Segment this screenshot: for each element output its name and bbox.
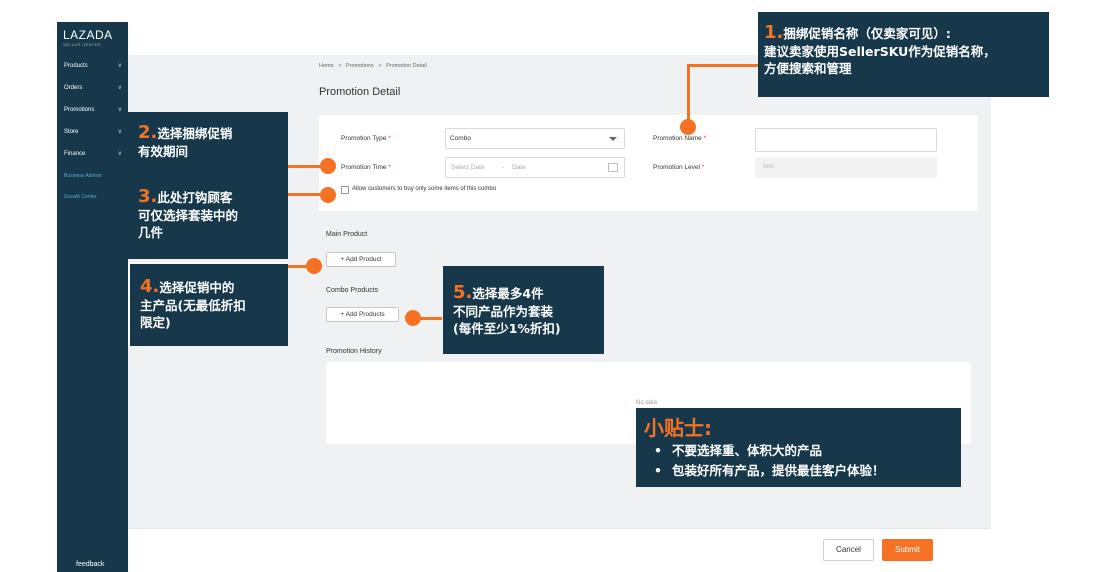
sidebar-item-store[interactable]: Store ∨ xyxy=(57,123,128,141)
tips-title: 小贴士: xyxy=(644,416,712,440)
annotation-number: 1. xyxy=(764,22,784,43)
sidebar-item-orders[interactable]: Orders ∨ xyxy=(57,79,128,97)
chevron-down-icon: ∨ xyxy=(117,63,122,69)
annotation-connector xyxy=(418,317,442,320)
annotation-1: 1.捆绑促销名称（仅卖家可见）: 建议卖家使用SellerSKU作为促销名称， … xyxy=(758,12,1049,97)
sidebar-item-label: Orders xyxy=(64,85,83,91)
breadcrumb-home[interactable]: Home xyxy=(319,63,334,69)
annotation-title: 此处打钩顾客 xyxy=(157,190,233,205)
sidebar-item-finance[interactable]: Finance ∨ xyxy=(57,145,128,163)
breadcrumb: Home > Promotions > Promotion Detail xyxy=(319,63,430,69)
sidebar-item-label: Products xyxy=(64,63,88,69)
annotation-title: 选择捆绑促销 xyxy=(157,126,233,141)
calendar-icon xyxy=(608,163,618,172)
annotation-connector xyxy=(687,64,758,67)
start-date-placeholder: Select Date xyxy=(451,164,485,171)
page-title: Promotion Detail xyxy=(319,86,401,98)
annotation-line: 几件 xyxy=(138,225,164,240)
partial-combo-checkbox[interactable] xyxy=(341,186,349,194)
partial-combo-checkbox-label: Allow customers to buy only some items o… xyxy=(352,186,497,192)
tips-item: • 包装好所有产品，提供最佳客户体验！ xyxy=(644,461,961,481)
annotation-line: 主产品(无最低折扣 xyxy=(140,298,246,313)
annotation-4: 4.选择促销中的 主产品(无最低折扣 限定) xyxy=(128,262,288,346)
annotation-3: 3.此处打钩顾客 可仅选择套装中的 几件 xyxy=(128,182,288,259)
annotation-marker-3 xyxy=(320,187,336,203)
promotion-level-label: Promotion Level * xyxy=(653,164,705,171)
annotation-line: 方便搜索和管理 xyxy=(764,61,852,76)
chevron-down-icon: ∨ xyxy=(117,129,122,135)
sidebar-item-promotions[interactable]: Promotions ∨ xyxy=(57,101,128,119)
combo-products-label: Combo Products xyxy=(326,287,379,294)
chevron-down-icon: ∨ xyxy=(117,85,122,91)
bullet-icon: • xyxy=(654,463,662,478)
bullet-icon: • xyxy=(654,443,662,458)
annotation-number: 3. xyxy=(138,186,158,207)
annotation-line: 有效期间 xyxy=(138,144,189,159)
breadcrumb-separator: > xyxy=(338,63,342,69)
sidebar-link-business-advisor[interactable]: Business Advisor xyxy=(64,173,102,179)
caret-down-icon xyxy=(609,137,617,141)
promotion-type-value: Combo xyxy=(450,135,471,142)
screen: LAZADA SELLER CENTER Products ∨ Orders ∨ P… xyxy=(0,0,1106,572)
annotation-line: (每件至少1%折扣) xyxy=(453,321,561,336)
annotation-connector xyxy=(288,165,324,168)
date-separator: - xyxy=(502,164,505,171)
annotation-number: 4. xyxy=(140,276,160,297)
add-combo-products-button[interactable]: + Add Products xyxy=(326,307,399,322)
sidebar-item-products[interactable]: Products ∨ xyxy=(57,57,128,75)
annotation-title: 捆绑促销名称（仅卖家可见）: xyxy=(783,26,951,41)
promotion-time-label: Promotion Time * xyxy=(341,164,391,171)
annotation-title: 选择最多4件 xyxy=(472,286,544,301)
annotation-line: 建议卖家使用SellerSKU作为促销名称， xyxy=(764,44,996,59)
annotation-5: 5.选择最多4件 不同产品作为套装 (每件至少1%折扣) xyxy=(443,266,604,354)
tips-box: 小贴士: • 不要选择重、体积大的产品 • 包装好所有产品，提供最佳客户体验！ xyxy=(636,408,961,487)
cancel-button[interactable]: Cancel xyxy=(823,539,874,561)
tips-item: • 不要选择重、体积大的产品 xyxy=(644,441,961,461)
lazada-logo: LAZADA xyxy=(63,28,113,42)
annotation-title: 选择促销中的 xyxy=(159,280,235,295)
annotation-marker-4 xyxy=(306,258,322,274)
feedback-link[interactable]: feedback xyxy=(76,561,104,568)
breadcrumb-separator: > xyxy=(378,63,382,69)
promotion-type-label: Promotion Type * xyxy=(341,135,391,142)
footer-divider xyxy=(128,528,991,529)
annotation-line: 限定) xyxy=(140,315,171,330)
annotation-marker-1 xyxy=(680,119,696,135)
chevron-down-icon: ∨ xyxy=(117,107,122,113)
sidebar-item-label: Promotions xyxy=(64,107,95,113)
promotion-name-input[interactable] xyxy=(755,128,937,152)
annotation-line: 不同产品作为套装 xyxy=(453,304,554,319)
annotation-connector xyxy=(288,193,324,196)
annotation-2: 2.选择捆绑促销 有效期间 xyxy=(128,112,288,182)
annotation-marker-2 xyxy=(320,158,336,174)
promotion-date-range-picker[interactable]: Select Date - Date xyxy=(445,157,625,178)
no-data-text: No data xyxy=(636,400,658,406)
sidebar-item-label: Finance xyxy=(64,151,86,157)
end-date-placeholder: Date xyxy=(512,164,526,171)
add-main-product-button[interactable]: + Add Product xyxy=(326,252,396,267)
sidebar-item-label: Store xyxy=(64,129,79,135)
annotation-line: 可仅选择套装中的 xyxy=(138,208,239,223)
promotion-level-field: Item xyxy=(755,157,937,178)
annotation-number: 2. xyxy=(138,122,158,143)
breadcrumb-promotions[interactable]: Promotions xyxy=(346,63,374,69)
annotation-number: 5. xyxy=(453,282,473,303)
breadcrumb-current: Promotion Detail xyxy=(386,63,427,69)
logo-subtitle: SELLER CENTER xyxy=(63,42,102,47)
promotion-name-label: Promotion Name * xyxy=(653,135,707,142)
main-product-label: Main Product xyxy=(326,231,368,238)
sidebar-link-growth-center[interactable]: Growth Center xyxy=(64,194,97,200)
promotion-type-select[interactable]: Combo xyxy=(445,128,625,149)
sidebar: LAZADA SELLER CENTER Products ∨ Orders ∨ P… xyxy=(57,22,128,572)
submit-button[interactable]: Submit xyxy=(882,539,933,561)
promotion-history-label: Promotion History xyxy=(326,348,382,355)
chevron-down-icon: ∨ xyxy=(117,151,122,157)
annotation-connector xyxy=(687,64,690,124)
